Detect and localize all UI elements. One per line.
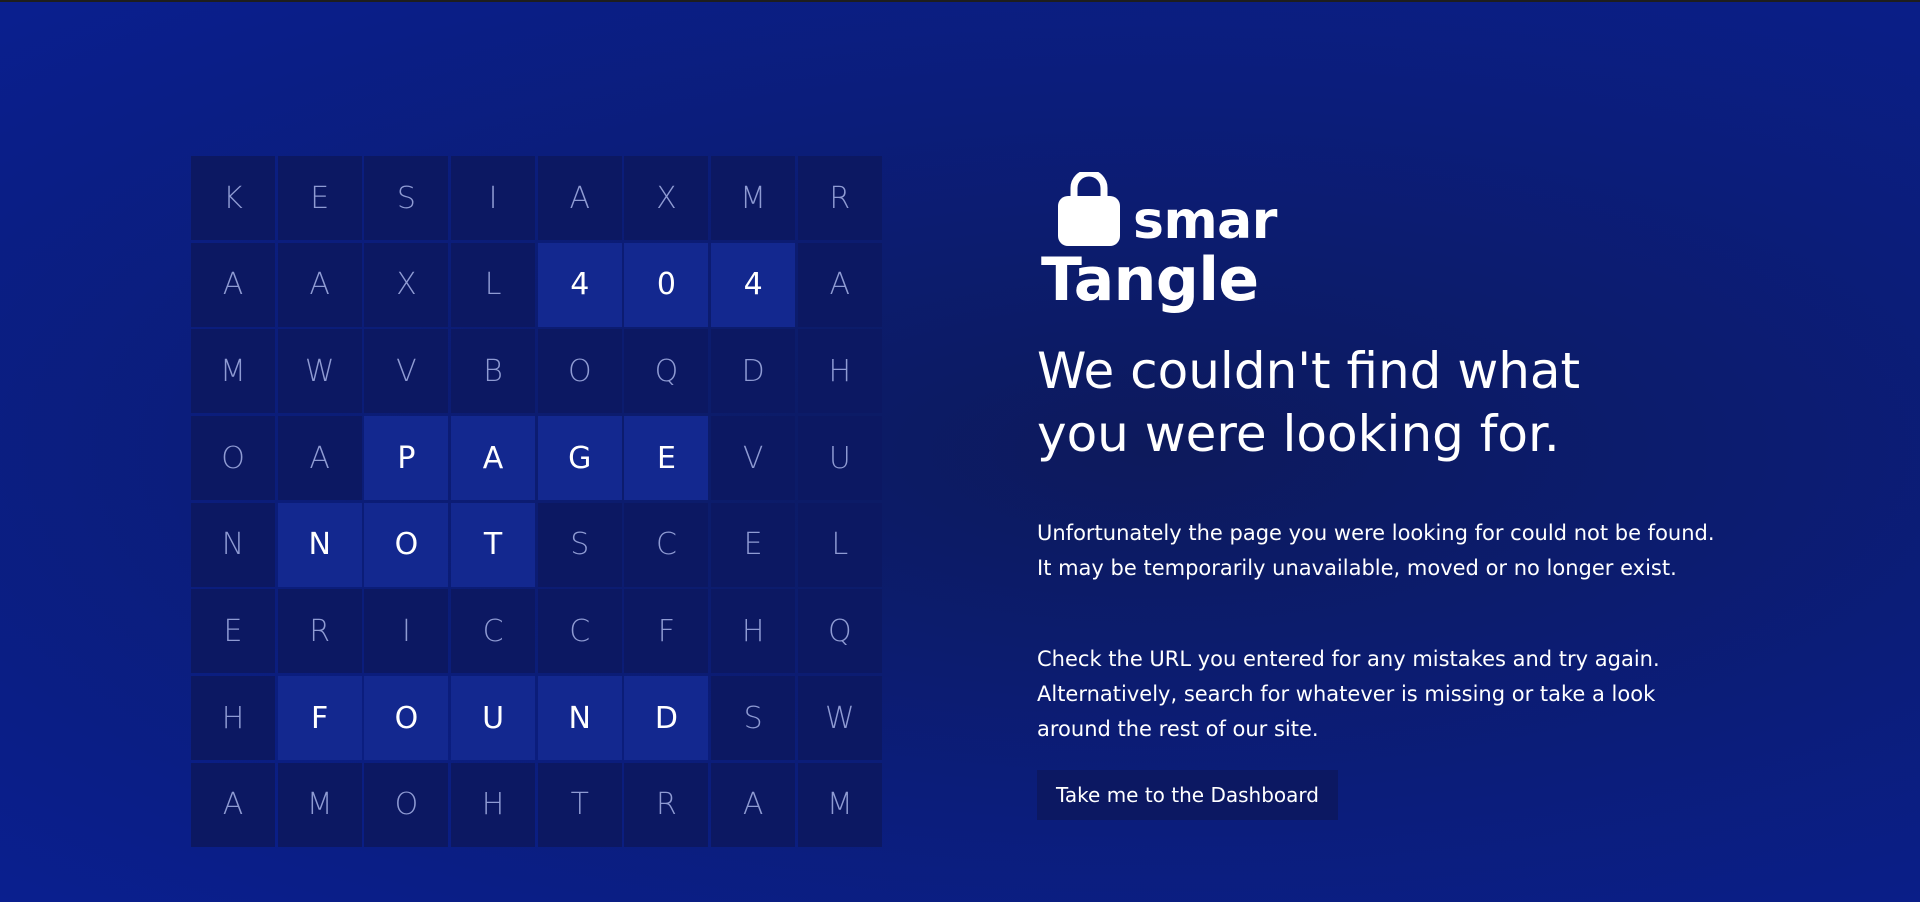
grid-cell: L [451, 242, 536, 327]
grid-cell: A [277, 242, 362, 327]
grid-cell: I [364, 589, 449, 674]
content-panel: smar Tangle We couldn't find what you we… [1037, 172, 1737, 820]
grid-cell: M [277, 762, 362, 847]
grid-cell: W [797, 676, 882, 761]
grid-cell: D [711, 329, 796, 414]
grid-cell: M [797, 762, 882, 847]
grid-cell: W [277, 329, 362, 414]
grid-cell: A [191, 762, 275, 847]
grid-cell-highlighted: 4 [537, 242, 622, 327]
grid-cell: C [624, 502, 709, 587]
shopping-bag-icon [1058, 172, 1120, 246]
grid-cell-highlighted: F [277, 676, 362, 761]
grid-cell: Q [797, 589, 882, 674]
grid-cell-highlighted: O [364, 676, 449, 761]
grid-cell: F [624, 589, 709, 674]
grid-cell: V [364, 329, 449, 414]
grid-cell-highlighted: A [451, 416, 536, 501]
grid-cell: L [797, 502, 882, 587]
error-help-text: Check the URL you entered for any mistak… [1037, 647, 1660, 741]
grid-cell: T [537, 762, 622, 847]
grid-cell: R [624, 762, 709, 847]
grid-cell: K [191, 156, 275, 240]
dashboard-button[interactable]: Take me to the Dashboard [1037, 770, 1338, 820]
top-border [0, 0, 1920, 2]
grid-cell-highlighted: N [537, 676, 622, 761]
grid-cell: H [451, 762, 536, 847]
grid-cell: O [191, 416, 275, 501]
grid-cell: E [711, 502, 796, 587]
grid-cell: E [191, 589, 275, 674]
grid-cell: M [711, 156, 796, 240]
grid-cell-highlighted: P [364, 416, 449, 501]
grid-cell-highlighted: T [451, 502, 536, 587]
grid-cell: H [191, 676, 275, 761]
page-title: We couldn't find what you were looking f… [1037, 342, 1581, 463]
grid-cell: S [364, 156, 449, 240]
grid-cell: S [537, 502, 622, 587]
grid-cell-highlighted: D [624, 676, 709, 761]
logo: smar Tangle [1037, 172, 1297, 312]
grid-cell-highlighted: 0 [624, 242, 709, 327]
grid-cell: Q [624, 329, 709, 414]
grid-cell: A [797, 242, 882, 327]
grid-cell: O [364, 762, 449, 847]
grid-cell: S [711, 676, 796, 761]
grid-cell: R [797, 156, 882, 240]
grid-cell: H [711, 589, 796, 674]
grid-cell: U [797, 416, 882, 501]
grid-cell: A [191, 242, 275, 327]
grid-cell: A [277, 416, 362, 501]
error-description: Unfortunately the page you were looking … [1037, 521, 1715, 580]
grid-cell-highlighted: N [277, 502, 362, 587]
grid-cell: N [191, 502, 275, 587]
grid-cell: X [624, 156, 709, 240]
grid-cell: I [451, 156, 536, 240]
grid-cell-highlighted: O [364, 502, 449, 587]
grid-cell: V [711, 416, 796, 501]
grid-cell-highlighted: 4 [711, 242, 796, 327]
grid-cell: O [537, 329, 622, 414]
grid-cell-highlighted: G [537, 416, 622, 501]
grid-cell: E [277, 156, 362, 240]
grid-cell: C [537, 589, 622, 674]
grid-cell: B [451, 329, 536, 414]
grid-cell-highlighted: E [624, 416, 709, 501]
grid-cell: R [277, 589, 362, 674]
grid-cell: H [797, 329, 882, 414]
grid-cell-highlighted: U [451, 676, 536, 761]
letter-grid: KESIAXMRAAXL404AMWVBOQDHOAPAGEVUNNOTSCEL… [191, 156, 882, 847]
logo-text-line2: Tangle [1041, 245, 1259, 315]
grid-cell: M [191, 329, 275, 414]
logo-text-line1: smar [1133, 191, 1277, 251]
grid-cell: X [364, 242, 449, 327]
grid-cell: A [537, 156, 622, 240]
grid-cell: C [451, 589, 536, 674]
grid-cell: A [711, 762, 796, 847]
